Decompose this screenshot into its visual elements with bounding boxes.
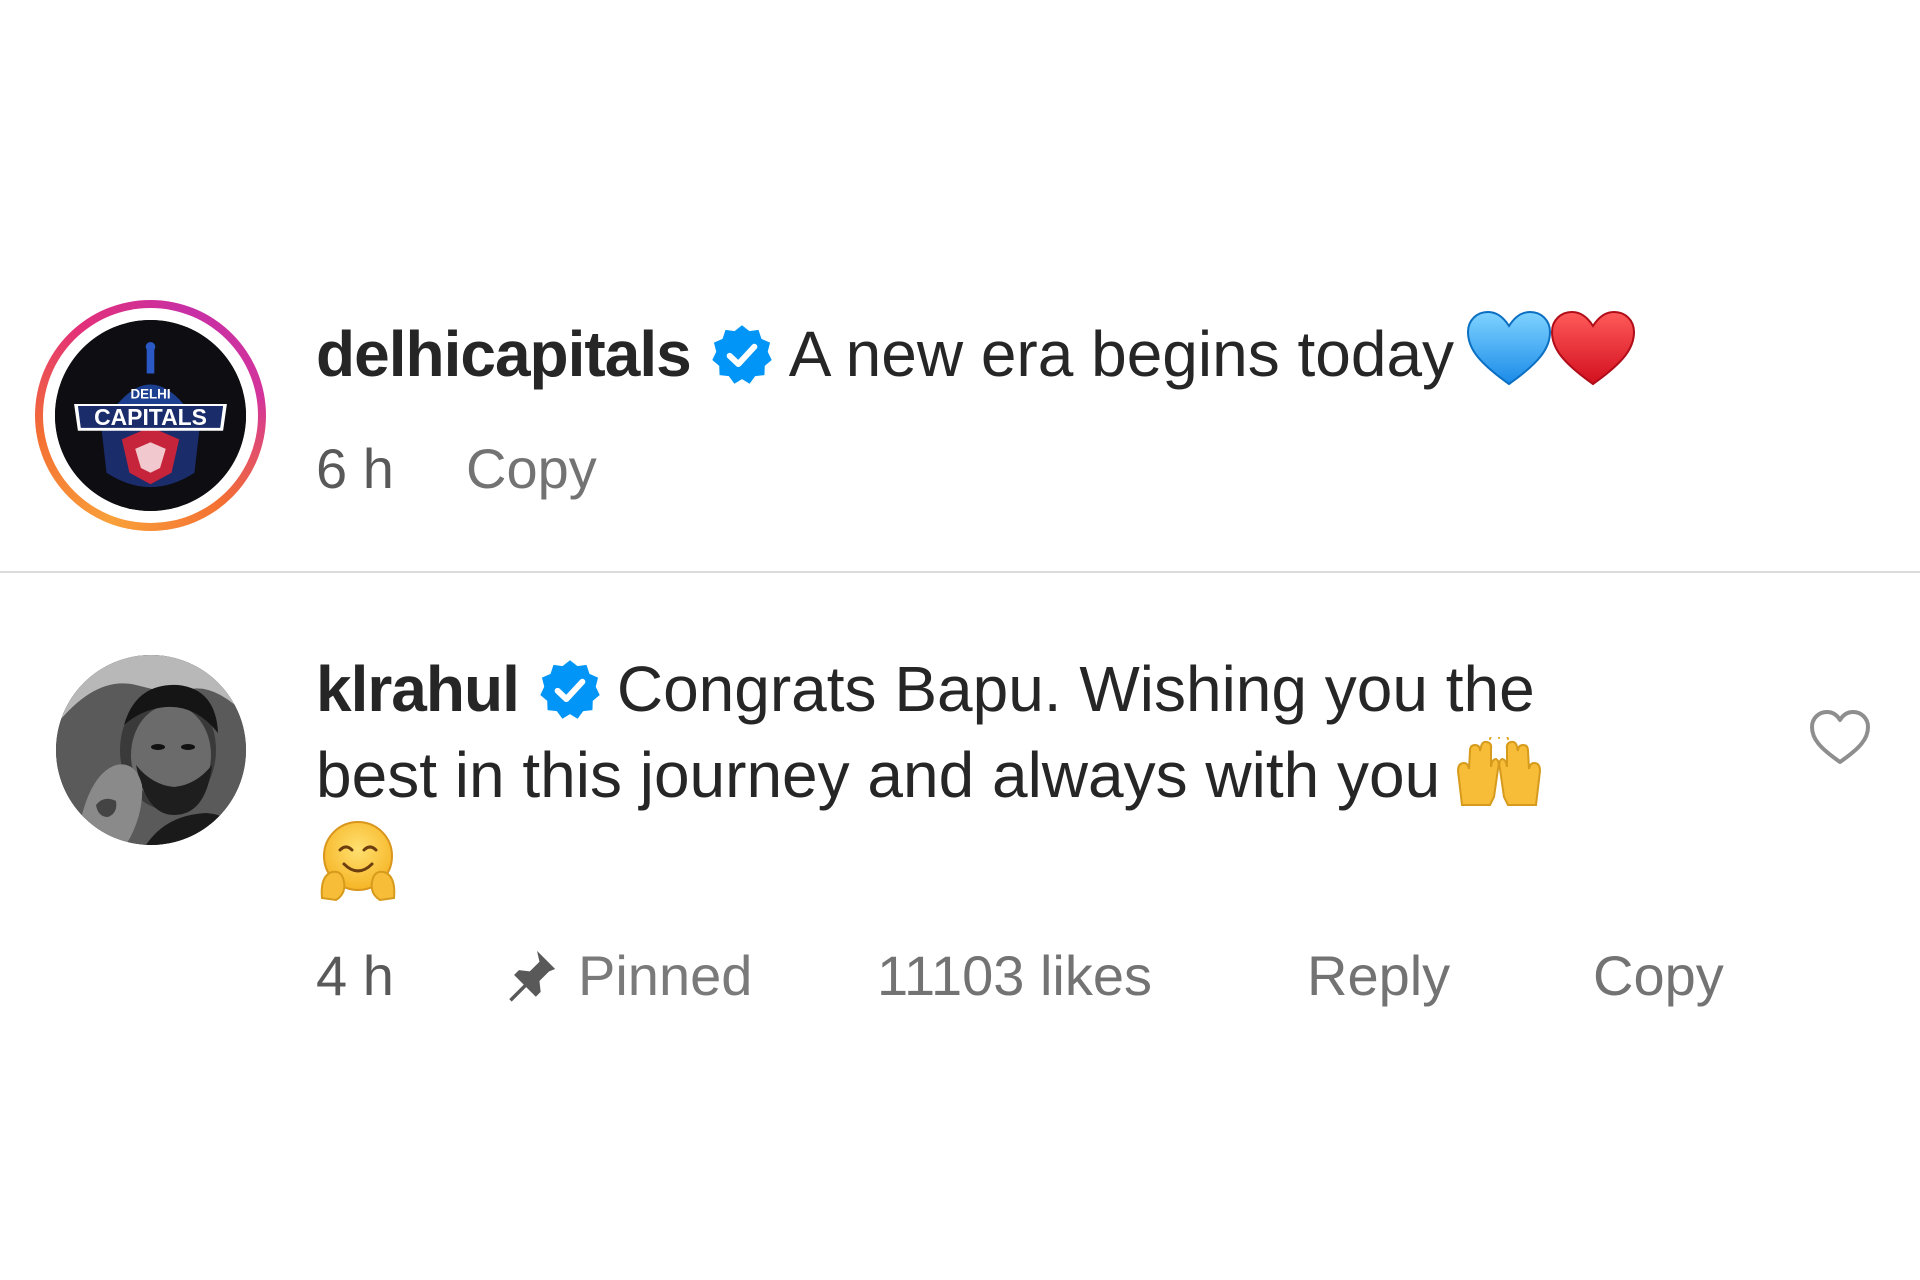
hugging-face-emoji (320, 821, 396, 902)
reply-button[interactable]: Reply (1307, 943, 1593, 1008)
comment-divider (0, 571, 1920, 573)
profile-photo-image (56, 655, 246, 845)
username-klrahul[interactable]: klrahul (316, 653, 520, 725)
verified-badge-icon (540, 660, 600, 719)
copy-button[interactable]: Copy (466, 436, 597, 501)
avatar-klrahul[interactable] (56, 655, 246, 845)
raising-hands-emoji (1457, 737, 1542, 806)
comment-klrahul: klrahul Congrats Bapu. Wishing you the b… (0, 640, 1920, 1040)
comment-meta: 6 h Copy (316, 433, 597, 503)
comment-timestamp: 4 h (316, 943, 394, 1007)
like-heart-icon[interactable] (1808, 708, 1872, 766)
likes-count[interactable]: 11103 likes (877, 943, 1307, 1008)
comment-delhicapitals: DELHI CAPITALS delhicapitals A new era b… (0, 300, 1920, 570)
comment-body: klrahul Congrats Bapu. Wishing you the b… (316, 646, 1740, 905)
pinned-indicator: Pinned (502, 943, 877, 1008)
blue-red-hearts-emoji (1467, 310, 1636, 386)
copy-button[interactable]: Copy (1593, 943, 1724, 1008)
pinned-label: Pinned (578, 943, 753, 1007)
team-logo-icon: DELHI CAPITALS (55, 320, 246, 511)
comment-text-line-2: best in this journey and always with you (316, 739, 1441, 811)
username-delhicapitals[interactable]: delhicapitals (316, 318, 692, 390)
delhi-capitals-logo: DELHI CAPITALS (55, 320, 246, 511)
verified-badge-icon (711, 325, 772, 384)
logo-text-capitals: CAPITALS (94, 404, 207, 430)
comment-meta: 4 h Pinned 11103 likes Reply Copy (316, 940, 1724, 1010)
avatar-story-ring[interactable]: DELHI CAPITALS (35, 300, 266, 531)
pin-icon (509, 950, 556, 1002)
logo-text-delhi: DELHI (130, 386, 170, 401)
comment-text: A new era begins today (788, 318, 1455, 390)
comment-text-line-1: Congrats Bapu. Wishing you the (616, 653, 1535, 725)
comment-body: delhicapitals A new era begins today (316, 310, 1740, 397)
comment-timestamp: 6 h (316, 436, 394, 500)
